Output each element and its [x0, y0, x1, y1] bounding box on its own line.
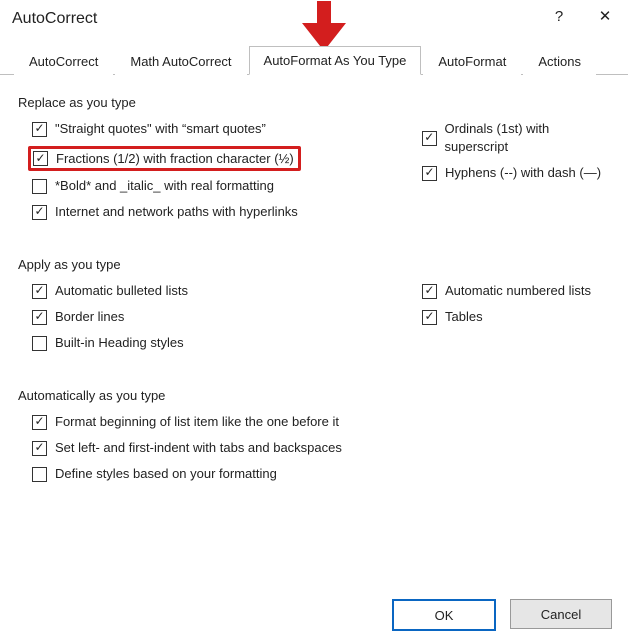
- section-replace-heading: Replace as you type: [18, 95, 610, 110]
- checkbox-icon[interactable]: [422, 284, 437, 299]
- checkbox-icon[interactable]: [32, 415, 47, 430]
- checkbox-icon[interactable]: [33, 151, 48, 166]
- tab-autocorrect[interactable]: AutoCorrect: [14, 47, 113, 75]
- options-panel: Replace as you type "Straight quotes" wi…: [0, 75, 628, 483]
- option-straight-quotes[interactable]: "Straight quotes" with “smart quotes”: [32, 120, 408, 138]
- option-label: *Bold* and _italic_ with real formatting: [55, 177, 274, 195]
- option-label: Built-in Heading styles: [55, 334, 184, 352]
- section-apply-heading: Apply as you type: [18, 257, 610, 272]
- tab-autoformat-as-you-type[interactable]: AutoFormat As You Type: [249, 46, 422, 75]
- checkbox-icon[interactable]: [422, 166, 437, 181]
- option-tables[interactable]: Tables: [422, 308, 610, 326]
- option-bold-italic[interactable]: *Bold* and _italic_ with real formatting: [32, 177, 408, 195]
- checkbox-icon[interactable]: [32, 336, 47, 351]
- option-label: Internet and network paths with hyperlin…: [55, 203, 298, 221]
- option-label: Fractions (1/2) with fraction character …: [56, 151, 294, 166]
- checkbox-icon[interactable]: [422, 310, 437, 325]
- option-label: "Straight quotes" with “smart quotes”: [55, 120, 266, 138]
- ok-button[interactable]: OK: [392, 599, 496, 631]
- tab-math-autocorrect[interactable]: Math AutoCorrect: [115, 47, 246, 75]
- checkbox-icon[interactable]: [32, 179, 47, 194]
- titlebar: AutoCorrect ? ✕: [0, 0, 628, 38]
- option-heading-styles[interactable]: Built-in Heading styles: [32, 334, 408, 352]
- dialog-title: AutoCorrect: [12, 10, 97, 28]
- tab-strip: AutoCorrect Math AutoCorrect AutoFormat …: [0, 44, 628, 75]
- autocorrect-dialog: AutoCorrect ? ✕ AutoCorrect Math AutoCor…: [0, 0, 628, 641]
- tab-actions[interactable]: Actions: [523, 47, 596, 75]
- option-label: Define styles based on your formatting: [55, 465, 277, 483]
- cancel-button[interactable]: Cancel: [510, 599, 612, 629]
- checkbox-icon[interactable]: [32, 284, 47, 299]
- option-label: Automatic numbered lists: [445, 282, 591, 300]
- option-format-beginning[interactable]: Format beginning of list item like the o…: [32, 413, 610, 431]
- checkbox-icon[interactable]: [32, 441, 47, 456]
- option-set-indent[interactable]: Set left- and first-indent with tabs and…: [32, 439, 610, 457]
- option-border-lines[interactable]: Border lines: [32, 308, 408, 326]
- option-internet-paths[interactable]: Internet and network paths with hyperlin…: [32, 203, 408, 221]
- option-label: Automatic bulleted lists: [55, 282, 188, 300]
- close-button[interactable]: ✕: [582, 0, 628, 32]
- option-define-styles[interactable]: Define styles based on your formatting: [32, 465, 610, 483]
- titlebar-buttons: ? ✕: [536, 0, 628, 32]
- section-auto-heading: Automatically as you type: [18, 388, 610, 403]
- checkbox-icon[interactable]: [32, 310, 47, 325]
- checkbox-icon[interactable]: [32, 205, 47, 220]
- help-button[interactable]: ?: [536, 0, 582, 32]
- option-label: Tables: [445, 308, 483, 326]
- option-auto-numbered[interactable]: Automatic numbered lists: [422, 282, 610, 300]
- option-hyphens-dash[interactable]: Hyphens (--) with dash (—): [422, 164, 610, 182]
- option-auto-bulleted[interactable]: Automatic bulleted lists: [32, 282, 408, 300]
- tab-autoformat[interactable]: AutoFormat: [423, 47, 521, 75]
- option-label: Set left- and first-indent with tabs and…: [55, 439, 342, 457]
- checkbox-icon[interactable]: [32, 122, 47, 137]
- option-label: Format beginning of list item like the o…: [55, 413, 339, 431]
- option-label: Hyphens (--) with dash (—): [445, 164, 601, 182]
- option-label: Border lines: [55, 308, 124, 326]
- checkbox-icon[interactable]: [422, 131, 437, 146]
- option-fractions-highlighted[interactable]: Fractions (1/2) with fraction character …: [28, 146, 301, 171]
- option-ordinals-superscript[interactable]: Ordinals (1st) with superscript: [422, 120, 610, 156]
- checkbox-icon[interactable]: [32, 467, 47, 482]
- option-label: Ordinals (1st) with superscript: [445, 120, 610, 156]
- dialog-footer: OK Cancel: [392, 599, 612, 631]
